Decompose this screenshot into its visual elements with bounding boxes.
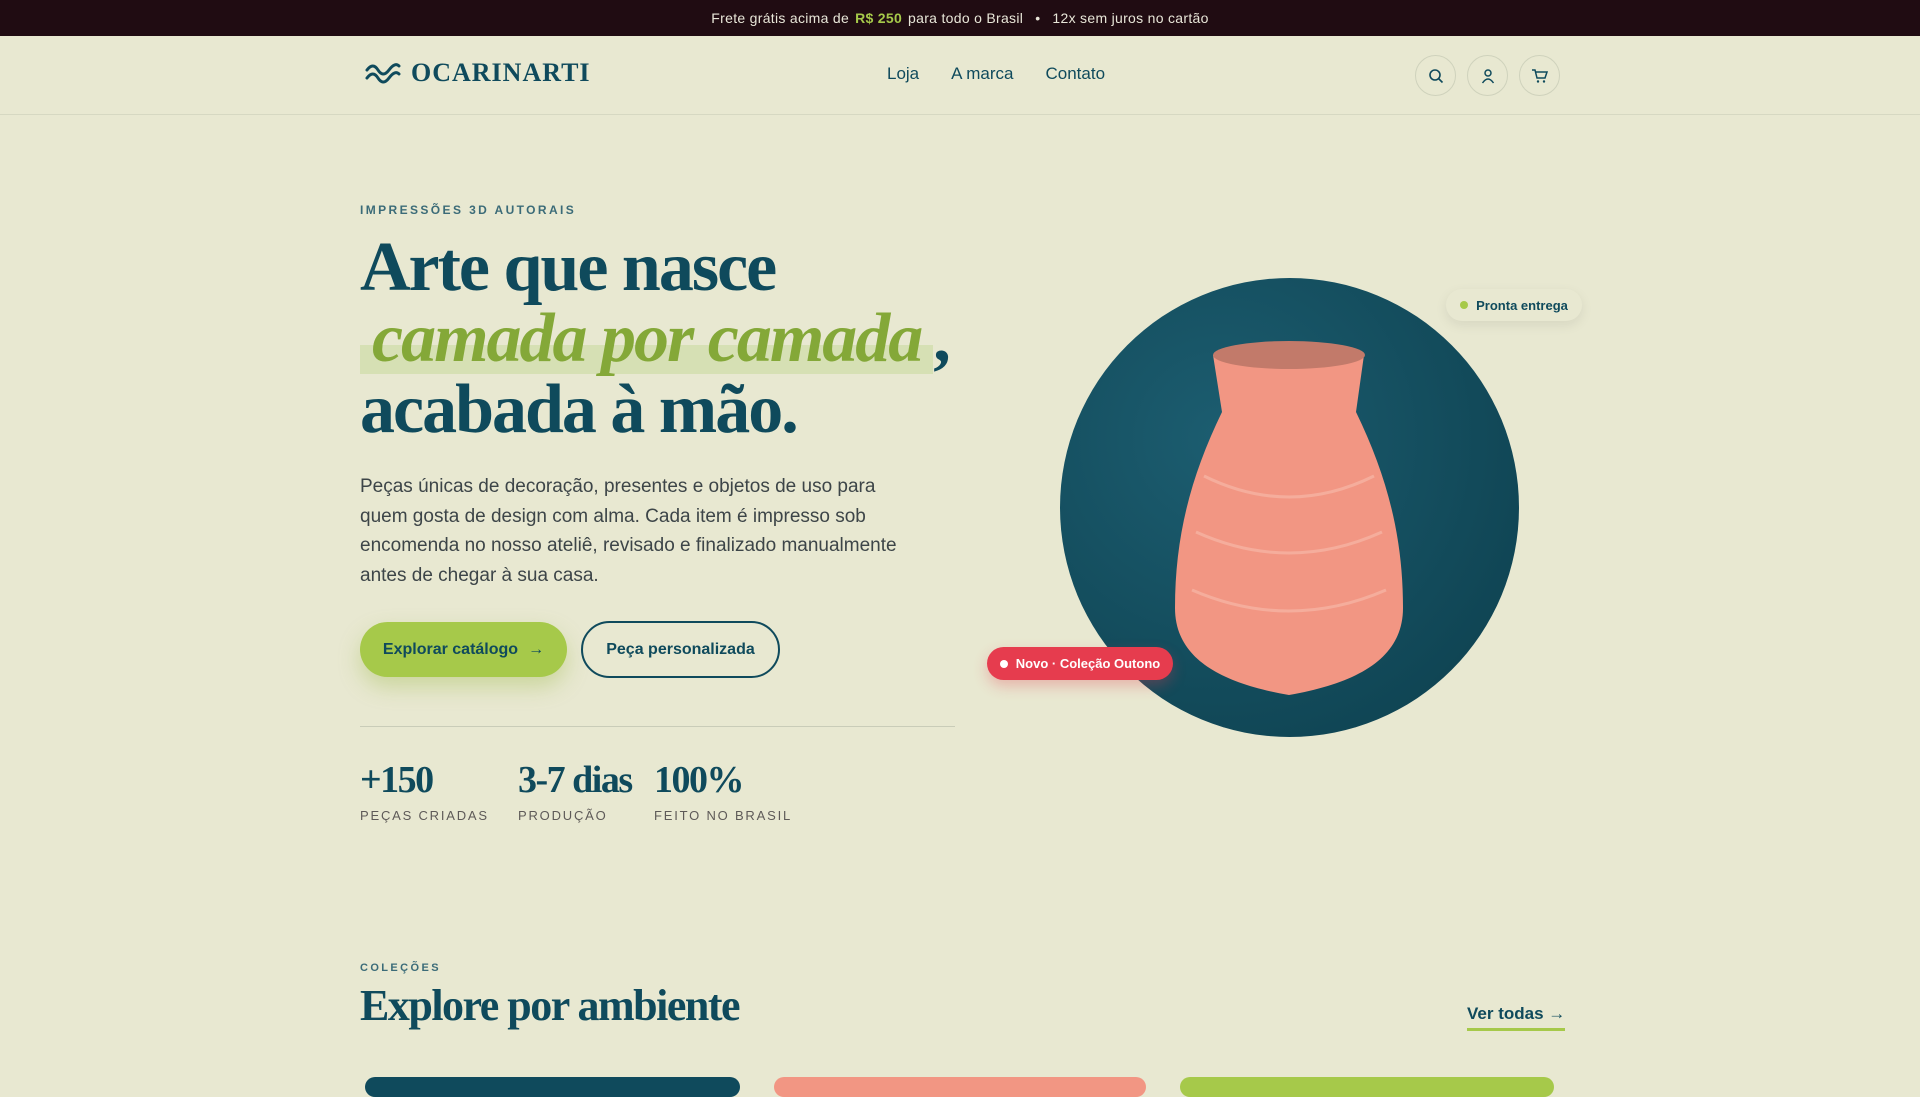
account-button[interactable] [1467,55,1508,96]
announcement-text: Frete grátis acima de [711,10,850,26]
collections-title: Explore por ambiente [360,981,741,1030]
header-nav: OCARINARTI Loja A marca Contato [0,36,1920,115]
announcement-bar: Frete grátis acima de R$ 250 para todo o… [0,0,1920,36]
badge-label: Novo · Coleção Outono [1015,656,1161,671]
button-label: Explorar catálogo [382,640,519,658]
user-icon [1481,68,1494,83]
nav-link-contato[interactable]: Contato [1046,64,1106,84]
logo-text: OCARINARTI [411,58,591,87]
announcement-text: 12x sem juros no cartão [1052,10,1209,26]
status-dot-icon [1460,301,1469,309]
stat-label: FEITO NO BRASIL [654,808,793,823]
stat-value: 100% [654,759,745,801]
logo[interactable]: OCARINARTI [365,58,591,88]
stat-value: 3-7 dias [518,759,633,801]
stat-value: +150 [360,759,434,801]
see-all-link[interactable]: Ver todas → [1467,1004,1566,1031]
button-label: Peça personalizada [606,640,755,658]
cart-icon [1532,68,1548,83]
title-highlight: camada por camada [372,300,923,377]
search-icon [1428,68,1443,83]
divider [360,726,955,727]
custom-piece-button[interactable]: Peça personalizada [581,621,780,678]
explore-catalog-button[interactable]: Explorar catálogo → [360,622,567,677]
title-line-1: Arte que nasce [360,229,777,306]
nav-link-a-marca[interactable]: A marca [951,64,1013,84]
stat-production: 3-7 dias PRODUÇÃO [518,758,633,823]
collections-eyebrow: COLEÇÕES [360,962,441,974]
pill-label: Pronta entrega [1476,297,1568,313]
collection-card[interactable] [365,1077,740,1097]
title-comma: , [933,300,950,377]
ready-delivery-pill: Pronta entrega [1446,289,1582,321]
nav-link-loja[interactable]: Loja [887,64,919,84]
announcement-highlight: R$ 250 [855,10,903,26]
hero-title: Arte que nasce camada por camada, acabad… [360,229,951,448]
stat-label: PRODUÇÃO [518,808,608,823]
dot-icon [999,659,1008,668]
collection-card[interactable] [1180,1077,1554,1097]
cart-button[interactable] [1519,55,1560,96]
announcement-text: para todo o Brasil [908,10,1024,26]
new-collection-badge: Novo · Coleção Outono [987,647,1173,680]
search-button[interactable] [1415,55,1456,96]
stat-pieces: +150 PEÇAS CRIADAS [360,758,489,823]
hero-description: Peças únicas de decoração, presentes e o… [360,476,897,586]
separator: • [1035,10,1041,26]
arrow-right-icon: → [528,640,545,658]
stat-label: PEÇAS CRIADAS [360,808,489,823]
title-line-3: acabada à mão. [360,371,799,448]
hero-eyebrow: IMPRESSÕES 3D AUTORAIS [360,203,577,217]
stat-brazil: 100% FEITO NO BRASIL [654,758,792,823]
collection-card[interactable] [774,1077,1146,1097]
wave-logo-icon [365,63,401,84]
